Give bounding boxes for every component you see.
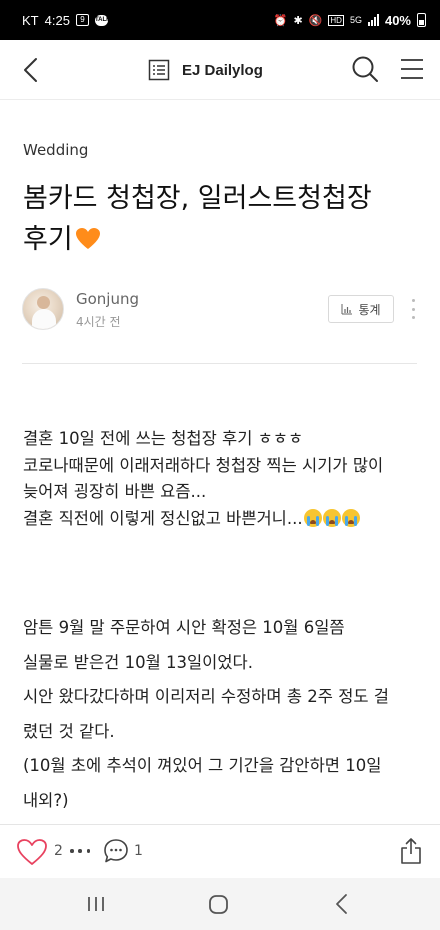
body-line: 시안 왔다갔다하며 이리저리 수정하며 총 2주 정도 걸 [23,687,389,706]
bar-chart-icon [341,304,353,315]
battery-icon [417,13,426,27]
system-back-button[interactable] [334,893,350,915]
hamburger-menu-icon [401,59,423,79]
gallery-notification-icon: 9 [75,14,89,26]
body-paragraph: 결혼 10일 전에 쓰는 청첩장 후기 ㅎㅎㅎ 코로나때문에 이래저래하다 청첩… [23,426,423,532]
stats-label: 통계 [358,302,381,317]
body-line: 렸던 것 같다. [23,721,115,741]
post-title: 봄카드 청첩장, 일러스트청첩장 후기 [23,178,423,260]
home-button[interactable] [208,894,229,915]
status-bar: KT 4:25 9 TALK ⏰ ✱ 🔇 HD 5G 40% [0,0,440,40]
menu-button[interactable] [398,55,426,83]
blog-brand[interactable]: EJ Dailylog [148,56,263,84]
post-time: 4시간 전 [76,315,121,329]
more-dot [78,849,82,853]
body-line: 결혼 10일 전에 쓰는 청첩장 후기 ㅎㅎㅎ [23,429,304,448]
body-line: 코로나때문에 이래저래하다 청첩장 찍는 시기가 많이 [23,455,384,475]
stats-button[interactable]: 통계 [328,295,394,323]
back-chevron-icon [336,894,347,914]
post-category[interactable]: Wedding [23,141,88,159]
talk-notification-icon: TALK [94,14,111,26]
more-dot [70,849,74,853]
network-type-label: 5G [349,15,362,25]
post-body: 결혼 10일 전에 쓰는 청첩장 후기 ㅎㅎㅎ 코로나때문에 이래저래하다 청첩… [23,426,423,818]
status-bar-right: ⏰ ✱ 🔇 HD 5G 40% [274,13,426,28]
clock: 4:25 [44,12,70,28]
more-dot [411,299,415,302]
recent-apps-icon [88,897,104,911]
comment-button[interactable] [103,838,129,864]
blog-list-icon [148,59,170,81]
search-button[interactable] [350,54,380,84]
body-line: 실물로 받은건 10월 13일이었다. [23,652,253,672]
crying-face-emoji [303,508,322,527]
hd-call-icon: HD [328,14,344,26]
crying-face-emoji [322,508,341,527]
home-icon [209,895,228,914]
back-button[interactable] [16,54,48,86]
likers-list-button[interactable] [70,845,90,857]
speech-bubble-icon [104,839,128,863]
bluetooth-icon: ✱ [293,14,303,27]
body-line: 결혼 직전에 이렇게 정신없고 바쁜거니... [23,508,303,528]
body-paragraph: 암튼 9월 말 주문하여 시안 확정은 10월 6일쯤 실물로 받은건 10월 … [23,611,423,818]
more-dot [86,849,90,853]
search-icon [352,56,378,82]
alarm-icon: ⏰ [273,14,288,27]
recent-apps-button[interactable] [86,894,106,914]
share-icon [401,838,421,864]
more-dot [411,307,415,311]
header-divider [22,363,417,364]
like-count: 2 [54,843,63,859]
system-nav-bar [0,878,440,930]
body-line: 암튼 9월 말 주문하여 시안 확정은 10월 6일쯤 [23,618,345,637]
app-bar: EJ Dailylog [0,40,440,100]
share-button[interactable] [400,837,422,865]
carrier-label: KT [22,12,39,28]
more-options-button[interactable] [408,296,418,322]
post-title-line1: 봄카드 청첩장, 일러스트청첩장 [23,183,372,214]
body-line: 늦어져 굉장히 바쁜 요즘... [23,482,207,501]
mute-icon: 🔇 [308,14,323,27]
author-row: Gonjung 4시간 전 통계 [22,288,422,332]
back-arrow-icon [24,58,37,82]
body-line: 내외?) [23,790,69,810]
blog-title: EJ Dailylog [182,61,263,79]
crying-face-emoji [341,508,360,527]
comment-count: 1 [134,843,143,859]
more-dot [411,316,415,319]
post-action-bar: 2 1 [0,824,440,878]
post-title-line2: 후기 [23,224,73,255]
status-bar-left: KT 4:25 9 TALK [22,12,111,28]
battery-percent: 40% [384,12,411,28]
author-name[interactable]: Gonjung [76,290,139,308]
heart-outline-icon [17,839,47,865]
like-button[interactable] [16,838,48,866]
signal-strength-icon [367,14,379,26]
author-avatar[interactable] [22,288,64,330]
orange-heart-emoji [75,228,100,249]
body-line: (10월 초에 추석이 껴있어 그 기간을 감안하면 10일 [23,756,382,775]
